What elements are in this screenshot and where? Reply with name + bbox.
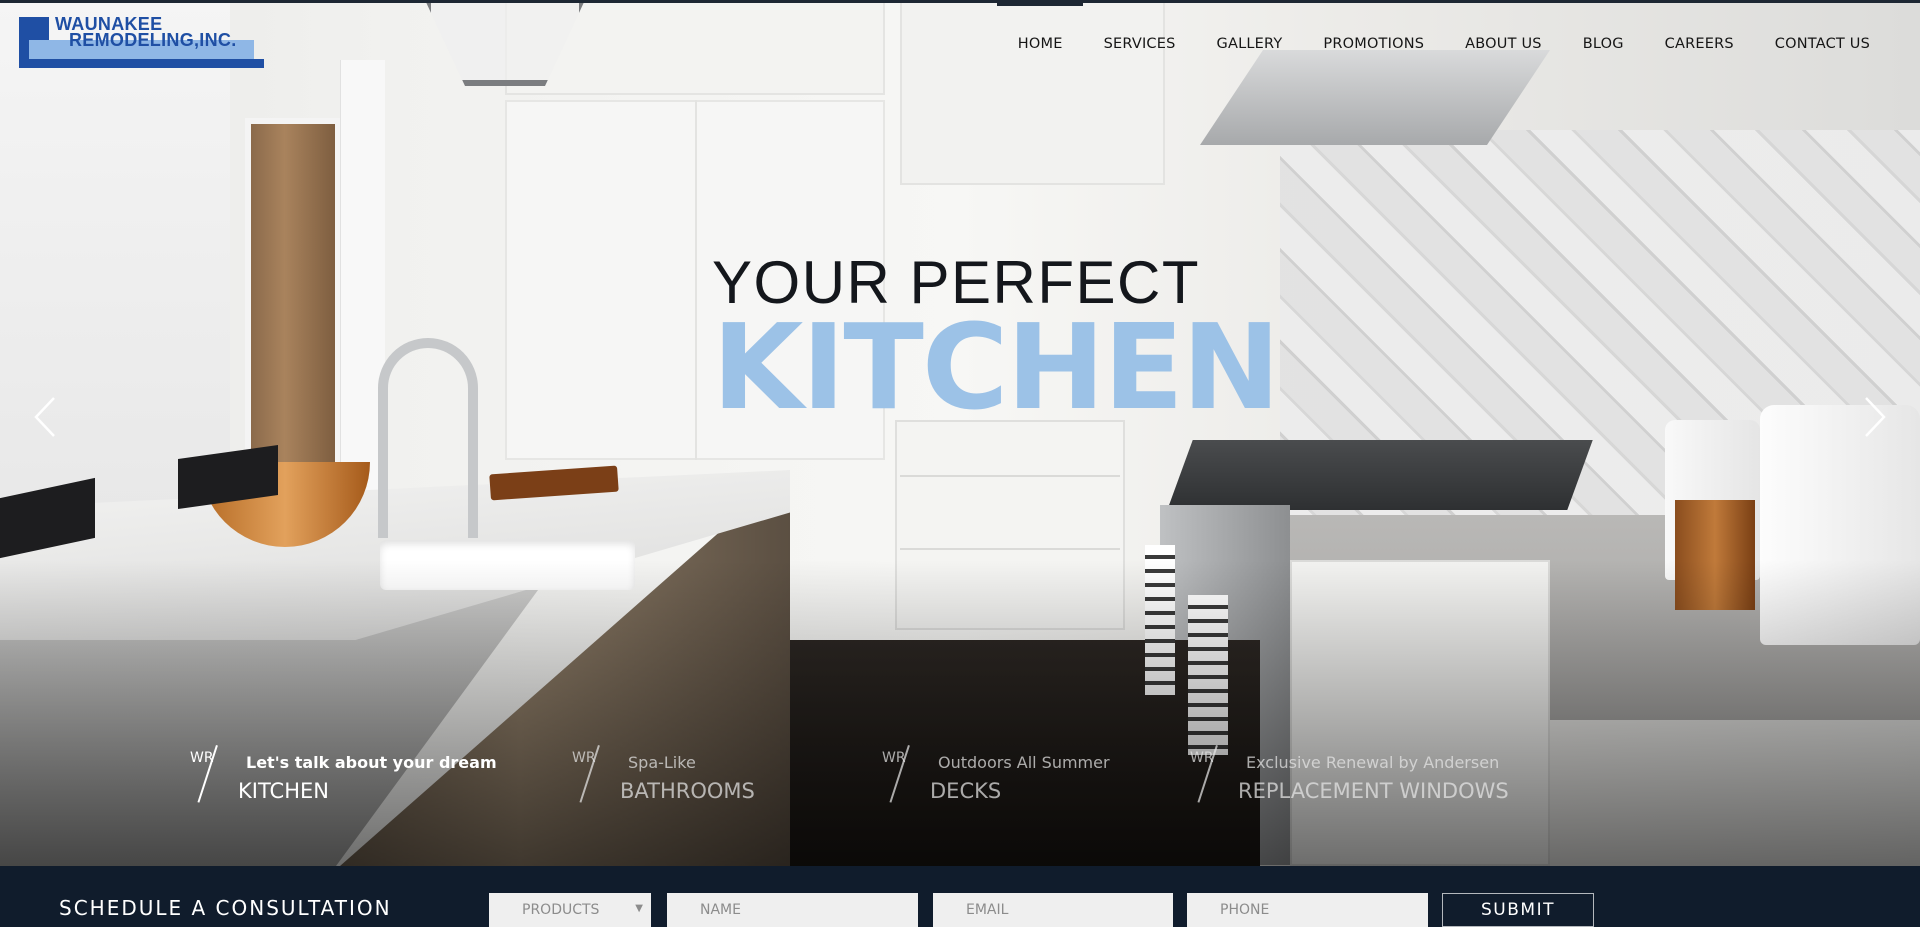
slide-tab-title: REPLACEMENT WINDOWS <box>1238 779 1509 803</box>
name-field[interactable] <box>667 893 918 927</box>
stove <box>1167 440 1593 510</box>
company-logo[interactable]: WAUNAKEE REMODELING,INC. <box>19 14 264 68</box>
nav-careers[interactable]: CAREERS <box>1665 36 1734 52</box>
slide-tabs: WR Let's talk about your dream KITCHEN W… <box>190 745 1590 815</box>
cabinet <box>900 0 1165 185</box>
phone-field[interactable] <box>1187 893 1428 927</box>
hero-shade <box>0 560 1920 866</box>
products-select-value: PRODUCTS <box>522 902 600 918</box>
submit-button[interactable]: SUBMIT <box>1442 893 1594 927</box>
main-nav: HOME SERVICES GALLERY PROMOTIONS ABOUT U… <box>1018 36 1870 52</box>
caret-down-icon: ▼ <box>635 903 643 914</box>
hero-headline-emphasis: KITCHEN <box>712 298 1281 436</box>
slide-tab-subtitle: Let's talk about your dream <box>246 753 497 772</box>
slide-tab-title: DECKS <box>930 779 1002 803</box>
faucet <box>378 338 478 538</box>
nav-home[interactable]: HOME <box>1018 36 1063 52</box>
barn-door <box>245 118 341 468</box>
top-border <box>0 0 1920 3</box>
nav-gallery[interactable]: GALLERY <box>1217 36 1283 52</box>
slider-next-button[interactable] <box>1854 390 1894 444</box>
logo-text-line2: REMODELING,INC. <box>69 30 237 50</box>
slide-tab-subtitle: Outdoors All Summer <box>938 753 1110 772</box>
nav-contact-us[interactable]: CONTACT US <box>1775 36 1870 52</box>
consultation-title: SCHEDULE A CONSULTATION <box>59 896 392 920</box>
nav-services[interactable]: SERVICES <box>1104 36 1176 52</box>
chevron-left-icon <box>34 397 55 437</box>
slide-tab-subtitle: Exclusive Renewal by Andersen <box>1246 753 1500 772</box>
nav-about-us[interactable]: ABOUT US <box>1465 36 1542 52</box>
slider-prev-button[interactable] <box>26 390 66 444</box>
drawer-line <box>900 475 1120 477</box>
nav-active-indicator <box>997 0 1083 6</box>
slide-tab-title: KITCHEN <box>238 779 329 803</box>
nav-promotions[interactable]: PROMOTIONS <box>1323 36 1424 52</box>
consultation-bar: SCHEDULE A CONSULTATION PRODUCTS ▼ SUBMI… <box>0 866 1920 927</box>
refrigerator-split <box>695 100 697 460</box>
nav-blog[interactable]: BLOG <box>1583 36 1624 52</box>
email-field[interactable] <box>933 893 1173 927</box>
slide-tab-title: BATHROOMS <box>620 779 755 803</box>
chevron-right-icon <box>1865 397 1886 437</box>
drawer-line <box>900 548 1120 550</box>
slide-tab-subtitle: Spa-Like <box>628 753 696 772</box>
products-select[interactable]: PRODUCTS ▼ <box>489 893 651 927</box>
